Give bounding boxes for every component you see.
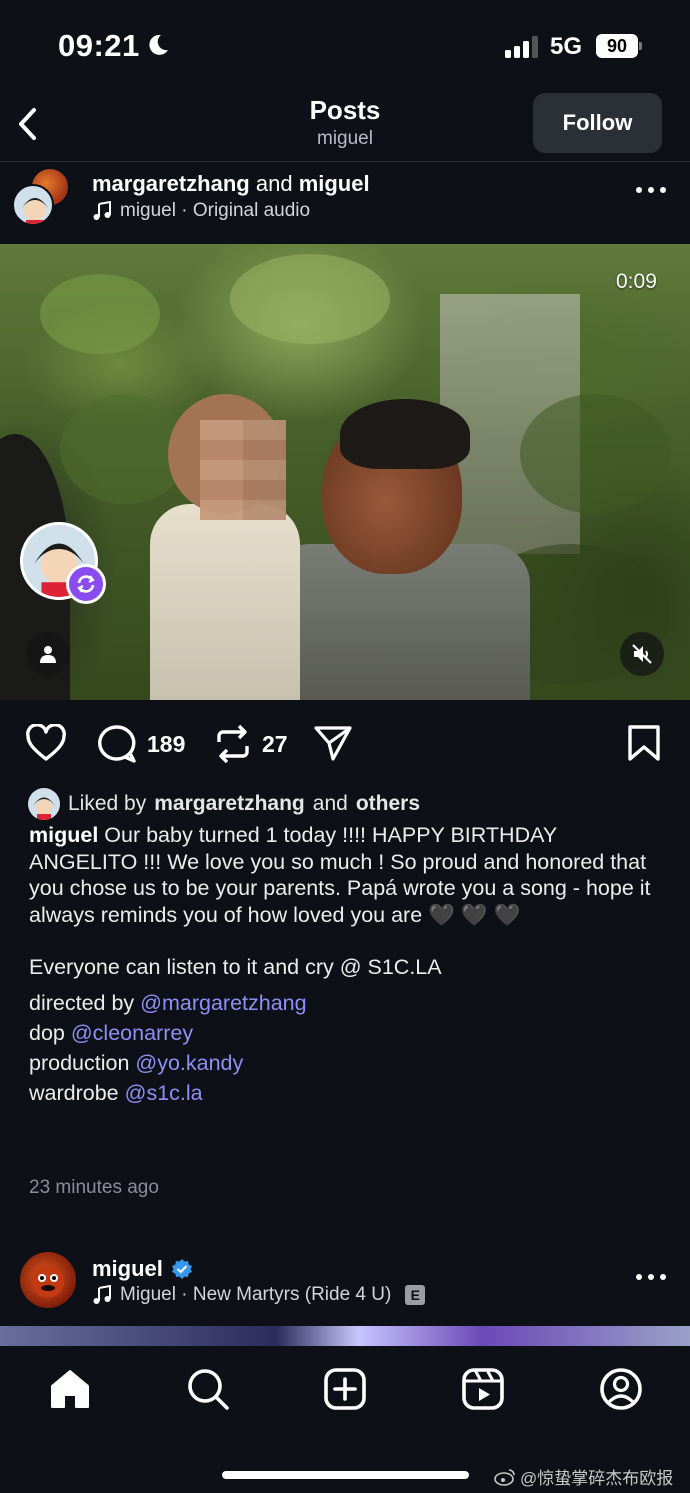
liked-by[interactable]: Liked by margaretzhang and others	[28, 788, 420, 820]
liked-mid: and	[312, 792, 348, 815]
repost-count: 27	[262, 730, 288, 757]
next-post-header: miguel Miguel · New Martyrs (Ride 4 U) E	[0, 1248, 690, 1324]
next-author-name[interactable]: miguel	[92, 1256, 163, 1282]
next-post-avatar[interactable]	[20, 1252, 76, 1308]
repost-icon[interactable]	[214, 724, 252, 764]
profile-icon[interactable]	[598, 1366, 644, 1412]
search-icon[interactable]	[185, 1366, 231, 1412]
post-actions: 189 27	[0, 700, 690, 786]
man-hair	[340, 399, 470, 469]
audio-label: miguel · Original audio	[120, 200, 311, 221]
home-indicator[interactable]	[222, 1471, 469, 1479]
caption-author[interactable]: miguel	[29, 823, 98, 847]
next-post-media[interactable]	[0, 1326, 690, 1346]
person-icon	[40, 646, 56, 663]
next-post-audio[interactable]: Miguel · New Martyrs (Ride 4 U) E	[92, 1284, 426, 1306]
status-time: 09:21	[58, 28, 140, 63]
post-authors[interactable]: margaretzhang and miguel	[92, 171, 370, 197]
post-video[interactable]: 0:09	[0, 244, 690, 700]
caption-text: Our baby turned 1 today !!!! HAPPY BIRTH…	[29, 823, 651, 927]
author-joiner: and	[255, 171, 293, 196]
liked-others[interactable]: others	[356, 792, 420, 816]
music-note-icon	[93, 1285, 111, 1304]
liked-user[interactable]: margaretzhang	[154, 792, 305, 816]
like-action[interactable]	[25, 724, 67, 762]
credit-mention[interactable]: @s1c.la	[125, 1081, 203, 1105]
baby-body	[150, 504, 300, 700]
post-caption: miguel Our baby turned 1 today !!!! HAPP…	[29, 822, 669, 981]
credit-row: production @yo.kandy	[29, 1048, 669, 1078]
more-options-icon[interactable]	[634, 1272, 668, 1282]
battery-level: 90	[596, 34, 638, 58]
explicit-badge: E	[405, 1285, 426, 1305]
credit-mention[interactable]: @margaretzhang	[140, 991, 306, 1015]
tagged-people-button[interactable]	[26, 632, 70, 676]
credit-mention[interactable]: @yo.kandy	[135, 1051, 243, 1075]
next-audio-label: Miguel · New Martyrs (Ride 4 U)	[120, 1284, 392, 1305]
credit-label: production	[29, 1051, 130, 1075]
credit-label: dop	[29, 1021, 65, 1045]
save-action[interactable]	[627, 724, 661, 762]
reels-icon[interactable]	[460, 1366, 506, 1412]
author-margaretzhang[interactable]: margaretzhang	[92, 171, 250, 196]
speaker-muted-icon	[632, 644, 652, 664]
author-miguel[interactable]: miguel	[299, 171, 370, 196]
heart-icon[interactable]	[25, 724, 67, 762]
more-options-icon[interactable]	[634, 185, 668, 195]
post-header: margaretzhang and miguel miguel · Origin…	[0, 163, 690, 243]
nav-bar: Posts miguel Follow	[0, 90, 690, 162]
network-label: 5G	[550, 33, 583, 60]
weibo-icon	[494, 1468, 515, 1486]
music-note-icon	[93, 201, 111, 220]
mute-button[interactable]	[620, 632, 664, 676]
credit-row: wardrobe @s1c.la	[29, 1078, 669, 1108]
audio-link[interactable]: miguel · Original audio	[92, 200, 310, 222]
verified-badge-icon	[171, 1259, 192, 1279]
caption-line2: Everyone can listen to it and cry @ S1C.…	[29, 955, 442, 979]
home-icon[interactable]	[47, 1366, 93, 1412]
remix-icon	[66, 564, 106, 604]
bottom-tab-bar: @惊蛰掌碎杰布欧报	[0, 1346, 690, 1493]
signal-icon	[505, 36, 538, 58]
credit-label: directed by	[29, 991, 135, 1015]
liker-avatar	[28, 788, 60, 820]
watermark: @惊蛰掌碎杰布欧报	[494, 1464, 673, 1489]
post-timestamp: 23 minutes ago	[29, 1177, 159, 1198]
comment-count: 189	[147, 730, 186, 757]
comment-action[interactable]: 189	[97, 724, 185, 764]
video-timer: 0:09	[616, 270, 657, 293]
avatar-margaretzhang	[12, 184, 54, 226]
battery-icon: 90	[596, 34, 642, 58]
share-action[interactable]	[313, 724, 353, 762]
credit-row: dop @cleonarrey	[29, 1018, 669, 1048]
send-icon[interactable]	[313, 724, 353, 762]
liked-prefix: Liked by	[68, 792, 147, 815]
next-post-author[interactable]: miguel	[92, 1256, 193, 1282]
moon-icon	[149, 34, 168, 55]
credit-label: wardrobe	[29, 1081, 119, 1105]
credits-list: directed by @margaretzhang dop @cleonarr…	[29, 988, 669, 1108]
bookmark-icon[interactable]	[627, 724, 661, 762]
watermark-text: @惊蛰掌碎杰布欧报	[520, 1469, 674, 1488]
credit-mention[interactable]: @cleonarrey	[71, 1021, 193, 1045]
follow-button[interactable]: Follow	[533, 93, 662, 153]
repost-action[interactable]: 27	[214, 724, 288, 764]
create-post-icon[interactable]	[322, 1366, 368, 1412]
collab-avatars[interactable]	[12, 167, 72, 227]
comment-icon[interactable]	[97, 724, 137, 764]
pixelated-face	[200, 420, 286, 520]
status-bar: 09:21 5G 90	[0, 0, 690, 90]
credit-row: directed by @margaretzhang	[29, 988, 669, 1018]
